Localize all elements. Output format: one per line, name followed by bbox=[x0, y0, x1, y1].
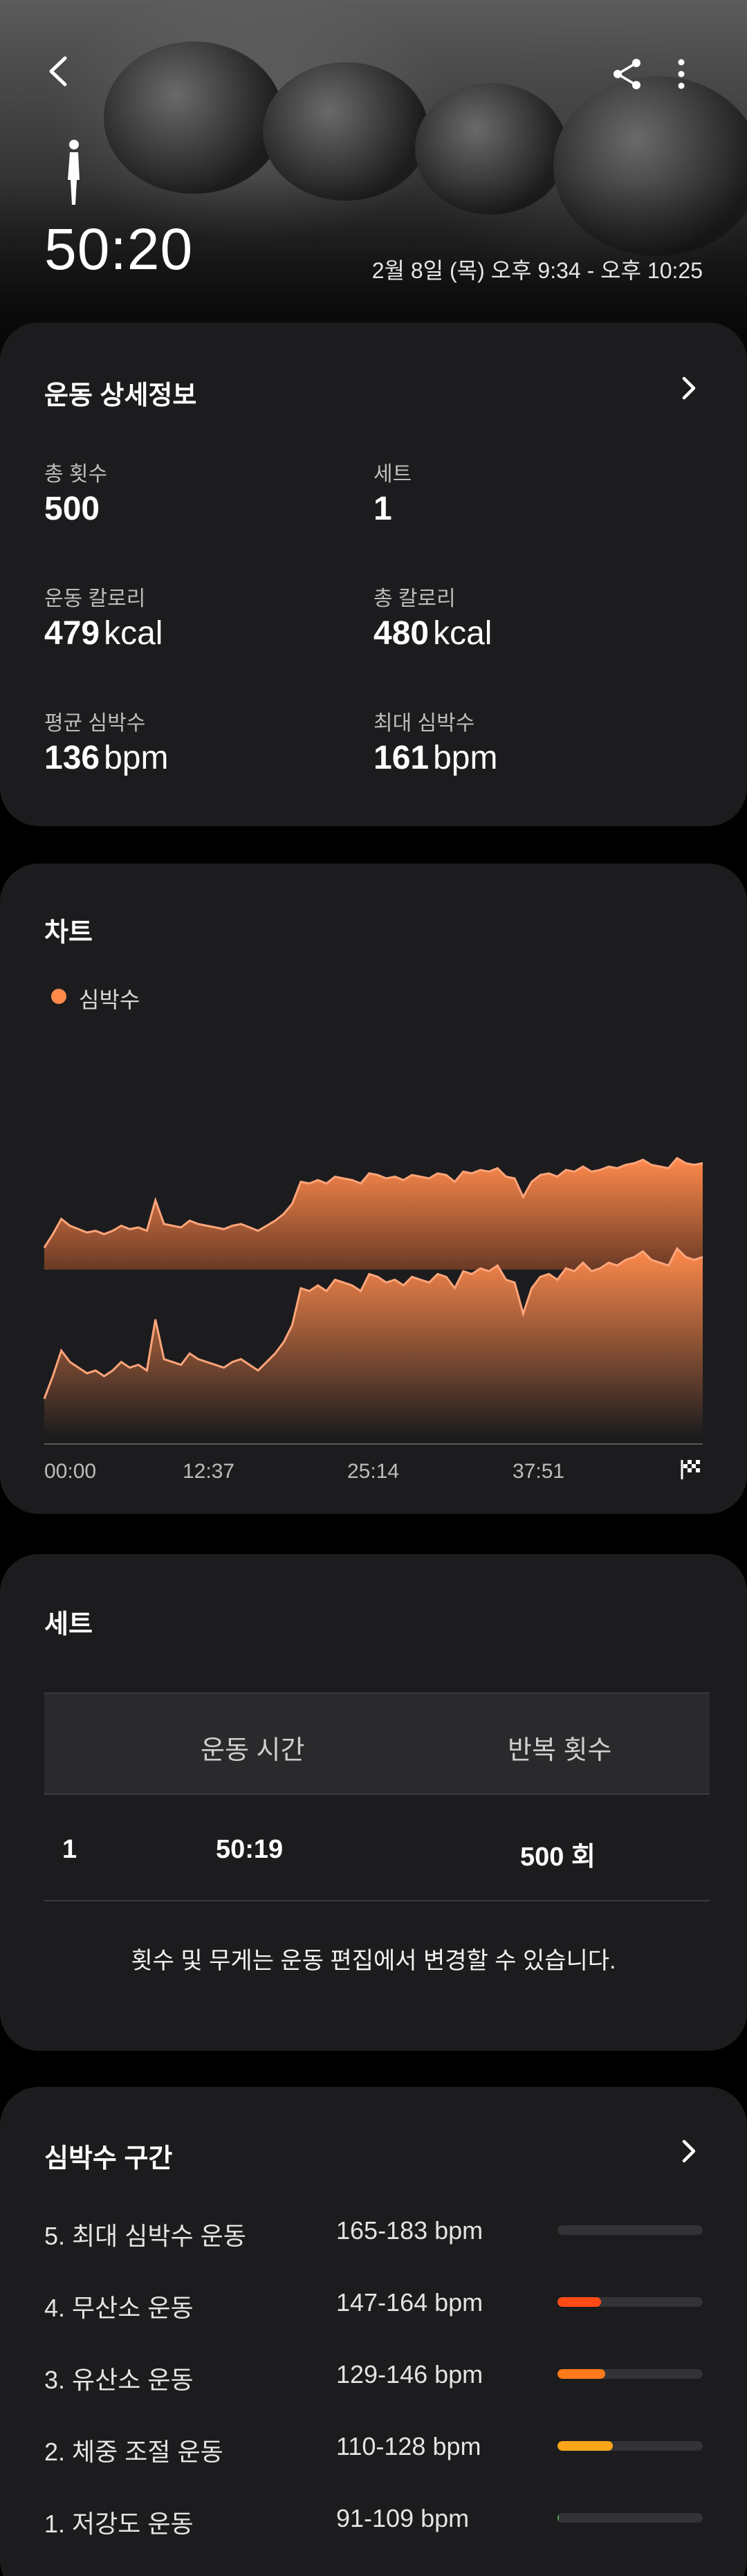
sets-note: 횟수 및 무게는 운동 편집에서 변경할 수 있습니다. bbox=[131, 1948, 616, 1974]
zone-bar bbox=[557, 2225, 703, 2235]
zone-range: 165-183 bpm bbox=[336, 2216, 483, 2245]
zone-name: 5. 최대 심박수 운동 bbox=[44, 2222, 246, 2250]
metric-value: 1 bbox=[374, 491, 392, 527]
metric-value: 500 bbox=[44, 491, 100, 527]
details-title: 운동 상세정보 bbox=[44, 381, 197, 410]
column-reps: 반복 횟수 bbox=[508, 1736, 612, 1765]
zone-bar bbox=[557, 2369, 703, 2379]
zone-bar-fill bbox=[557, 2441, 613, 2451]
metric-label: 운동 칼로리 bbox=[44, 587, 146, 610]
workout-duration: 50:20 bbox=[44, 217, 194, 282]
metric-label: 평균 심박수 bbox=[44, 712, 146, 735]
zone-bar bbox=[557, 2297, 703, 2307]
set-number: 1 bbox=[62, 1835, 77, 1864]
zone-bar bbox=[557, 2441, 703, 2451]
hero-header bbox=[0, 0, 747, 360]
metric-label: 총 횟수 bbox=[44, 463, 108, 486]
metric-label: 총 칼로리 bbox=[374, 587, 456, 610]
zone-bar-fill bbox=[557, 2513, 560, 2523]
chevron-right-icon[interactable] bbox=[675, 374, 703, 402]
chart-card bbox=[0, 864, 747, 1514]
dumbbell-image bbox=[104, 42, 284, 194]
metric-value: 136 bpm bbox=[44, 740, 169, 776]
zone-name: 3. 유산소 운동 bbox=[44, 2366, 194, 2394]
set-reps: 500 회 bbox=[520, 1843, 596, 1872]
metric-value: 161 bpm bbox=[374, 740, 498, 776]
metric-label: 최대 심박수 bbox=[374, 712, 475, 735]
set-duration: 50:19 bbox=[216, 1835, 284, 1864]
share-icon[interactable] bbox=[610, 57, 645, 91]
metric-value: 480 kcal bbox=[374, 615, 492, 652]
more-vert-icon[interactable] bbox=[671, 57, 692, 91]
legend-label: 심박수 bbox=[79, 987, 140, 1012]
sets-card bbox=[0, 1554, 747, 2051]
chevron-right-icon[interactable] bbox=[675, 2137, 703, 2165]
zone-bar-fill bbox=[557, 2297, 601, 2307]
chart-title: 차트 bbox=[44, 918, 93, 947]
zone-range: 110-128 bpm bbox=[336, 2432, 481, 2460]
sets-table-header: 운동 시간 반복 횟수 bbox=[44, 1692, 710, 1795]
zone-range: 147-164 bpm bbox=[336, 2288, 483, 2317]
zone-range: 91-109 bpm bbox=[336, 2504, 470, 2532]
zone-bar bbox=[557, 2513, 703, 2523]
column-duration: 운동 시간 bbox=[201, 1736, 305, 1765]
workout-date-range: 2월 8일 (목) 오후 9:34 - 오후 10:25 bbox=[371, 258, 703, 283]
hr-zone-title: 심박수 구간 bbox=[44, 2144, 173, 2173]
legend-dot bbox=[51, 989, 66, 1004]
zone-name: 4. 무산소 운동 bbox=[44, 2294, 194, 2322]
sets-title: 세트 bbox=[44, 1610, 93, 1639]
zone-name: 2. 체중 조절 운동 bbox=[44, 2438, 223, 2466]
metric-value: 479 kcal bbox=[44, 615, 163, 652]
zone-name: 1. 저강도 운동 bbox=[44, 2510, 194, 2538]
standing-person-icon bbox=[68, 140, 80, 205]
zone-range: 129-146 bpm bbox=[336, 2360, 483, 2388]
back-arrow-icon[interactable] bbox=[42, 54, 76, 89]
zone-bar-fill bbox=[557, 2369, 606, 2379]
metric-label: 세트 bbox=[374, 463, 412, 486]
row-divider bbox=[44, 1900, 710, 1901]
